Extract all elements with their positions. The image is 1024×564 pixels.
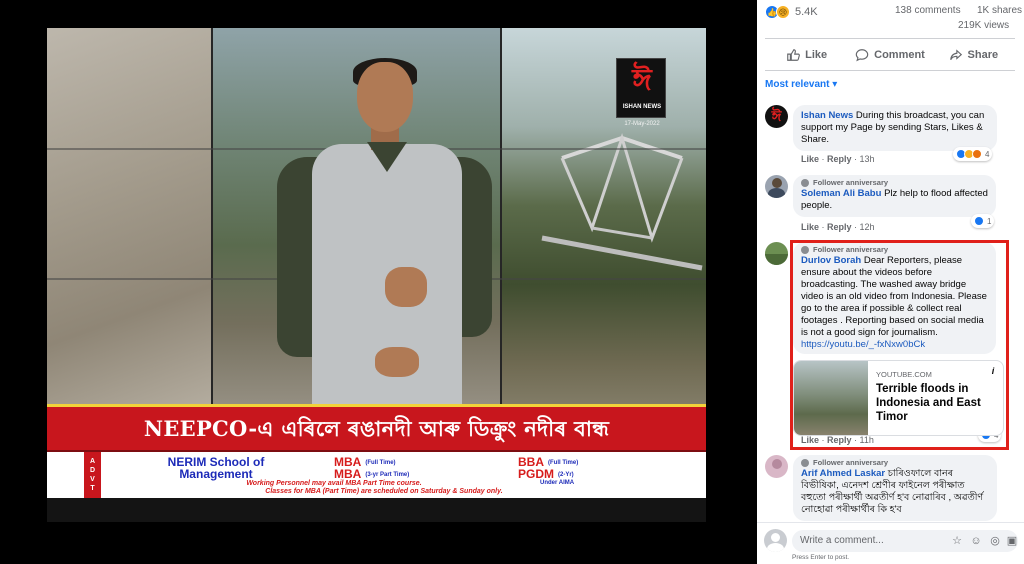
comment-meta: Like · Reply · 13h (801, 154, 875, 164)
comment-sort-dropdown[interactable]: Most relevant ▾ (765, 79, 837, 90)
comments-count-link[interactable]: 138 comments (895, 5, 961, 16)
avatar[interactable] (765, 455, 788, 478)
wow-mini-icon (972, 149, 982, 159)
video-bottom-strip (47, 498, 706, 522)
reactions-summary[interactable]: 👍 😢 5.4K (765, 4, 818, 20)
avatar[interactable]: ঈ (765, 105, 788, 128)
comment-like-link[interactable]: Like (801, 154, 819, 164)
ad-note-1: Working Personnel may avail MBA Part Tim… (246, 480, 422, 487)
post-actions: Like Comment Share (765, 41, 1015, 69)
comment-meta: Like · Reply · 12h (801, 222, 875, 232)
collapsed-bridge-panel (502, 28, 706, 423)
like-mini-icon (974, 216, 984, 226)
channel-logo: ঈ ISHAN NEWS (616, 58, 666, 118)
avatar[interactable] (765, 242, 788, 265)
ad-pgdm-sub: Under AIMA (540, 480, 575, 486)
avatar[interactable] (765, 175, 788, 198)
reaction-count: 5.4K (795, 6, 818, 18)
headline-text: NEEPCO-এ এৰিলে ৰঙানদী আৰু ডিক্ৰুং নদীৰ ব… (143, 416, 610, 441)
comment-like-link[interactable]: Like (801, 222, 819, 232)
comment-icon (855, 49, 869, 62)
ad-note-2: Classes for MBA (Part Time) are schedule… (265, 488, 503, 495)
video-player[interactable]: ঈ ISHAN NEWS 17-May-2022 NEEPCO-এ এৰিলে … (0, 0, 757, 564)
like-button[interactable]: Like (765, 41, 848, 69)
broadcast-date: 17-May-2022 (624, 121, 660, 127)
ad-program-pgdm: PGDM (2-Yr) (518, 467, 574, 481)
highlight-annotation-box (790, 240, 1009, 450)
comment-reply-link[interactable]: Reply (827, 222, 852, 232)
comment-button-label: Comment (874, 49, 925, 61)
comment-input[interactable]: Write a comment... (792, 530, 1018, 552)
like-button-label: Like (805, 49, 828, 61)
ad-side-label: ADVT (84, 452, 101, 498)
shares-count-link[interactable]: 1K shares (977, 5, 1022, 16)
emoji-icon[interactable]: ☺ (969, 534, 983, 548)
comment-composer: Write a comment... ☆ ☺ ◎ ▣ Press Enter t… (757, 522, 1024, 564)
divider (765, 38, 1015, 39)
comment-button[interactable]: Comment (848, 41, 931, 69)
comment-time[interactable]: 13h (860, 154, 875, 164)
comment-bubble: Ishan News During this broadcast, you ca… (793, 105, 997, 151)
comment-time[interactable]: 12h (860, 222, 875, 232)
views-count: 219K views (958, 20, 1010, 31)
comment-bubble: Follower anniversary Arif Ahmed Laskar চ… (793, 455, 997, 521)
follower-badge: Follower anniversary (801, 178, 988, 188)
channel-logo-name: ISHAN NEWS (622, 104, 662, 110)
ad-program-mba-pt: MBA (3-yr Part Time) (334, 467, 410, 481)
flood-water-panel (47, 28, 211, 423)
comment-item: ঈ Ishan News During this broadcast, you … (765, 105, 1020, 167)
divider (765, 70, 1015, 71)
comment-reactions[interactable]: 4 (953, 147, 993, 161)
comment-reply-link[interactable]: Reply (827, 154, 852, 164)
comment-bubble: Follower anniversary Soleman Ali Babu Pl… (793, 175, 996, 217)
camera-icon[interactable]: ◎ (988, 534, 1002, 548)
sticker-icon[interactable]: ☆ (950, 534, 964, 548)
comments-sidebar: 👍 😢 5.4K 138 comments 1K shares 219K vie… (757, 0, 1024, 564)
comment-item: Follower anniversary Soleman Ali Babu Pl… (765, 175, 1020, 233)
ad-school-name: NERIM School of Management (167, 455, 265, 481)
caret-down-icon: ▾ (832, 79, 838, 90)
headline-bar: NEEPCO-এ এৰিলে ৰঙানদী আৰু ডিক্ৰুং নদীৰ ব… (47, 404, 706, 452)
share-button[interactable]: Share (932, 41, 1015, 69)
composer-hint: Press Enter to post. (792, 554, 850, 561)
comment-author[interactable]: Arif Ahmed Laskar (801, 468, 885, 479)
news-presenter (257, 58, 507, 424)
share-button-label: Share (967, 49, 999, 61)
thumbs-up-icon (787, 49, 801, 61)
panel-divider (211, 28, 213, 423)
sad-reaction-icon: 😢 (776, 5, 790, 19)
comment-item: Follower anniversary Arif Ahmed Laskar চ… (765, 455, 1020, 521)
ad-banner: NERIM School of Management MBA (Full Time… (104, 454, 664, 496)
share-icon (949, 49, 962, 61)
ad-strip: ADVT NERIM School of Management MBA (Full… (47, 452, 706, 498)
comment-reactions[interactable]: 1 (971, 214, 995, 228)
bridge-illustration (541, 133, 703, 271)
video-frame[interactable]: ঈ ISHAN NEWS 17-May-2022 NEEPCO-এ এৰিলে … (47, 28, 706, 522)
comment-author[interactable]: Ishan News (801, 110, 853, 121)
channel-logo-mark: ঈ (632, 63, 652, 98)
avatar (764, 529, 787, 552)
channel-avatar-mark: ঈ (771, 108, 782, 125)
gif-icon[interactable]: ▣ (1005, 534, 1019, 548)
comment-author[interactable]: Soleman Ali Babu (801, 188, 881, 199)
follower-badge: Follower anniversary (801, 458, 989, 468)
